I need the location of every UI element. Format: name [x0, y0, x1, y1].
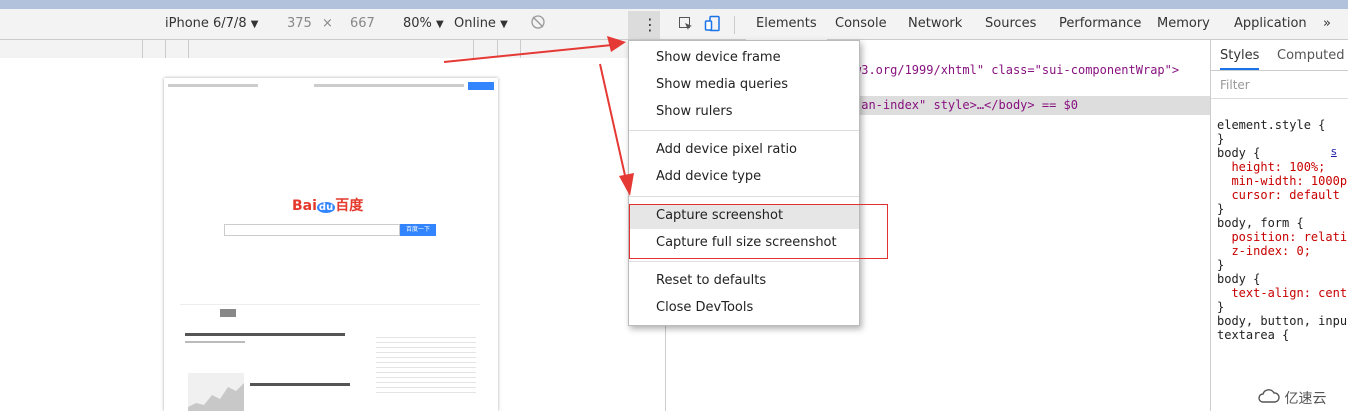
- arrow-head: [607, 36, 626, 52]
- arrow-line: [443, 44, 613, 63]
- watermark: 亿速云: [1258, 388, 1326, 408]
- arrow-line: [599, 63, 627, 181]
- cloud-icon: [1258, 389, 1284, 407]
- annotation-arrows: [443, 36, 634, 196]
- watermark-text: 亿速云: [1284, 391, 1327, 407]
- arrow-head: [619, 173, 634, 196]
